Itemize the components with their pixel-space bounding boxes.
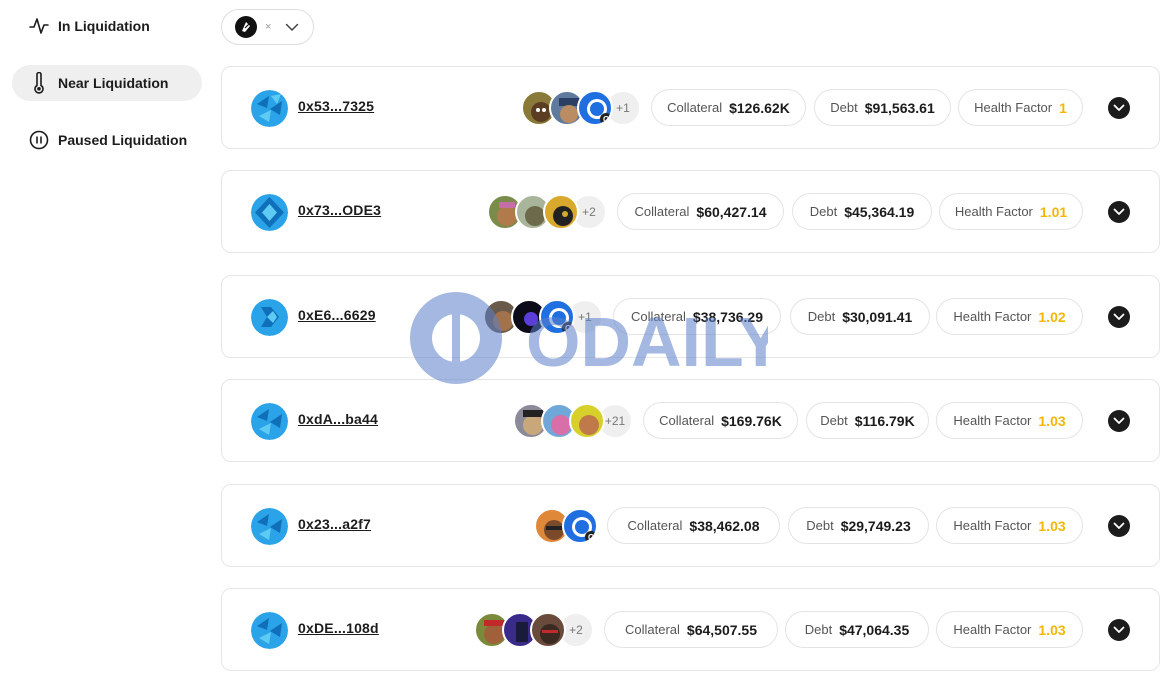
clear-filter-icon[interactable]: × [265,21,271,33]
expand-chevron-icon[interactable] [1108,201,1130,223]
nav-in-liquidation[interactable]: In Liquidation [12,8,202,44]
debt-pill: Debt $45,364.19 [792,193,932,230]
wallet-address-link[interactable]: 0xdA...ba44 [298,411,378,427]
health-factor-pill: Health Factor 1.01 [939,193,1083,230]
collateral-pill: Collateral $38,736.29 [613,298,781,335]
nav-paused-liquidation[interactable]: Paused Liquidation [12,122,202,158]
pause-circle-icon [28,129,50,151]
nft-avatar [543,193,579,230]
wallet-address-link[interactable]: 0x73...ODE3 [298,202,381,218]
svg-text:C: C [603,115,609,124]
position-row[interactable]: 0x23...a2f7 C Collateral $38,462.08 Debt $… [221,484,1160,567]
health-factor-pill: Health Factor 1 [958,89,1083,126]
health-factor-pill: Health Factor 1.02 [936,298,1083,335]
position-row[interactable]: 0xDE...108d +2 Collateral $64,507.55 Debt… [221,588,1160,671]
nav-label: In Liquidation [58,18,150,34]
nft-stack: +21 [513,402,633,439]
svg-text:C: C [588,533,594,542]
health-factor-pill: Health Factor 1.03 [936,611,1083,648]
wallet-avatar-icon [251,403,288,440]
health-factor-pill: Health Factor 1.03 [936,507,1083,544]
collection-filter[interactable]: × [221,9,314,45]
thermometer-icon [28,72,50,94]
wallet-address-link[interactable]: 0xE6...6629 [298,307,376,323]
wallet-avatar-icon [251,194,288,231]
sidebar: In Liquidation Near Liquidation Paused L… [12,8,202,179]
nft-stack: +2 [474,611,594,648]
expand-chevron-icon[interactable] [1108,515,1130,537]
collateral-pill: Collateral $60,427.14 [617,193,784,230]
nft-avatar [530,611,566,648]
nft-stack: C +1 [483,298,603,335]
expand-chevron-icon[interactable] [1108,410,1130,432]
wallet-avatar-icon [251,508,288,545]
wallet-address-link[interactable]: 0x53...7325 [298,98,374,114]
wallet-address-link[interactable]: 0xDE...108d [298,620,379,636]
debt-pill: Debt $29,749.23 [788,507,929,544]
debt-pill: Debt $30,091.41 [790,298,930,335]
wallet-avatar-icon [251,299,288,336]
position-row[interactable]: 0x73...ODE3 +2 Collateral $60,427.14 Debt… [221,170,1160,253]
debt-pill: Debt $91,563.61 [814,89,951,126]
collateral-pill: Collateral $38,462.08 [607,507,780,544]
position-row[interactable]: 0x53...7325 C +1 Collateral $126.62K Debt… [221,66,1160,149]
expand-chevron-icon[interactable] [1108,306,1130,328]
nft-stack: +2 [487,193,607,230]
health-factor-pill: Health Factor 1.03 [936,402,1083,439]
nft-avatar: C [562,507,598,544]
svg-text:C: C [565,324,571,333]
wallet-address-link[interactable]: 0x23...a2f7 [298,516,371,532]
nft-avatar: C [577,89,613,126]
expand-chevron-icon[interactable] [1108,619,1130,641]
nav-label: Paused Liquidation [58,132,188,148]
debt-pill: Debt $116.79K [806,402,929,439]
wallet-avatar-icon [251,90,288,127]
position-row[interactable]: 0xdA...ba44 +21 Collateral $169.76K Debt $… [221,379,1160,462]
nft-stack: C +1 [521,89,641,126]
collateral-pill: Collateral $169.76K [643,402,798,439]
activity-icon [28,15,50,37]
nav-near-liquidation[interactable]: Near Liquidation [12,65,202,101]
wallet-avatar-icon [251,612,288,649]
collateral-pill: Collateral $64,507.55 [604,611,778,648]
nav-label: Near Liquidation [58,75,169,91]
nft-avatar [569,402,605,439]
chevron-down-icon[interactable] [285,23,299,32]
collateral-pill: Collateral $126.62K [651,89,806,126]
nft-avatar: C [539,298,575,335]
expand-chevron-icon[interactable] [1108,97,1130,119]
debt-pill: Debt $47,064.35 [785,611,929,648]
position-row[interactable]: 0xE6...6629 C +1 Collateral $38,736.29 De… [221,275,1160,358]
nft-stack: C [534,507,598,544]
collection-logo-icon [235,16,257,38]
